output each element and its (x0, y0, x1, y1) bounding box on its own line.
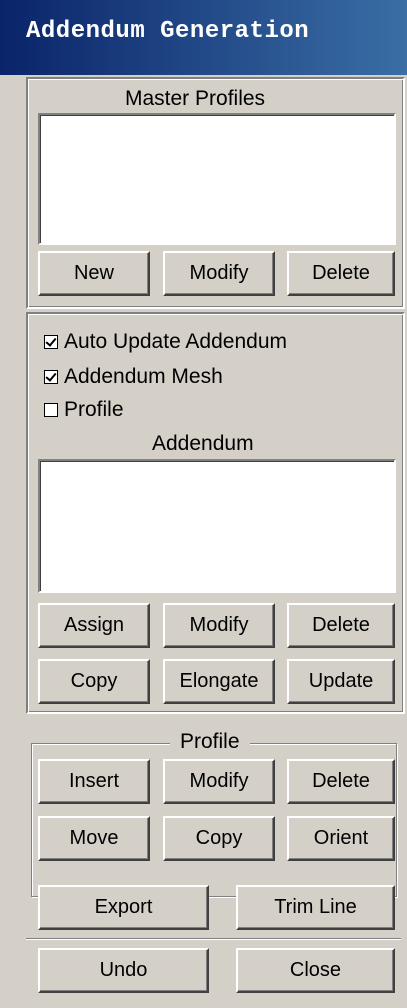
profile-move-button[interactable]: Move (38, 816, 150, 861)
undo-button[interactable]: Undo (38, 948, 209, 993)
separator (26, 938, 401, 940)
master-delete-button[interactable]: Delete (287, 251, 395, 296)
addendum-mesh-checkbox-box[interactable] (44, 370, 58, 384)
trim-line-button[interactable]: Trim Line (236, 885, 395, 930)
close-button[interactable]: Close (236, 948, 395, 993)
addendum-generation-dialog: Addendum Generation Master Profiles New … (0, 0, 407, 1008)
addendum-delete-button[interactable]: Delete (287, 603, 395, 648)
profile-checkbox[interactable]: Profile (44, 398, 124, 422)
auto-update-checkbox-box[interactable] (44, 335, 58, 349)
profile-insert-button[interactable]: Insert (38, 759, 150, 804)
addendum-label: Addendum (152, 432, 254, 455)
addendum-modify-button[interactable]: Modify (163, 603, 275, 648)
profile-orient-button[interactable]: Orient (287, 816, 395, 861)
addendum-elongate-button[interactable]: Elongate (163, 659, 275, 704)
profile-modify-button[interactable]: Modify (163, 759, 275, 804)
addendum-copy-button[interactable]: Copy (38, 659, 150, 704)
auto-update-label: Auto Update Addendum (64, 330, 288, 353)
master-modify-button[interactable]: Modify (163, 251, 275, 296)
addendum-update-button[interactable]: Update (287, 659, 395, 704)
auto-update-addendum-checkbox[interactable]: Auto Update Addendum (44, 330, 287, 354)
window-title: Addendum Generation (26, 18, 310, 45)
master-profiles-list[interactable] (38, 113, 396, 245)
profile-group-label: Profile (170, 730, 250, 754)
profile-copy-button[interactable]: Copy (163, 816, 275, 861)
addendum-mesh-checkbox[interactable]: Addendum Mesh (44, 365, 223, 389)
export-button[interactable]: Export (38, 885, 209, 930)
master-profiles-label: Master Profiles (125, 87, 266, 110)
addendum-list[interactable] (38, 459, 396, 593)
profile-checkbox-box[interactable] (44, 403, 58, 417)
master-new-button[interactable]: New (38, 251, 150, 296)
title-bar[interactable]: Addendum Generation (0, 0, 407, 75)
addendum-assign-button[interactable]: Assign (38, 603, 150, 648)
profile-delete-button[interactable]: Delete (287, 759, 395, 804)
addendum-mesh-label: Addendum Mesh (64, 365, 223, 388)
profile-checkbox-label: Profile (64, 398, 124, 421)
